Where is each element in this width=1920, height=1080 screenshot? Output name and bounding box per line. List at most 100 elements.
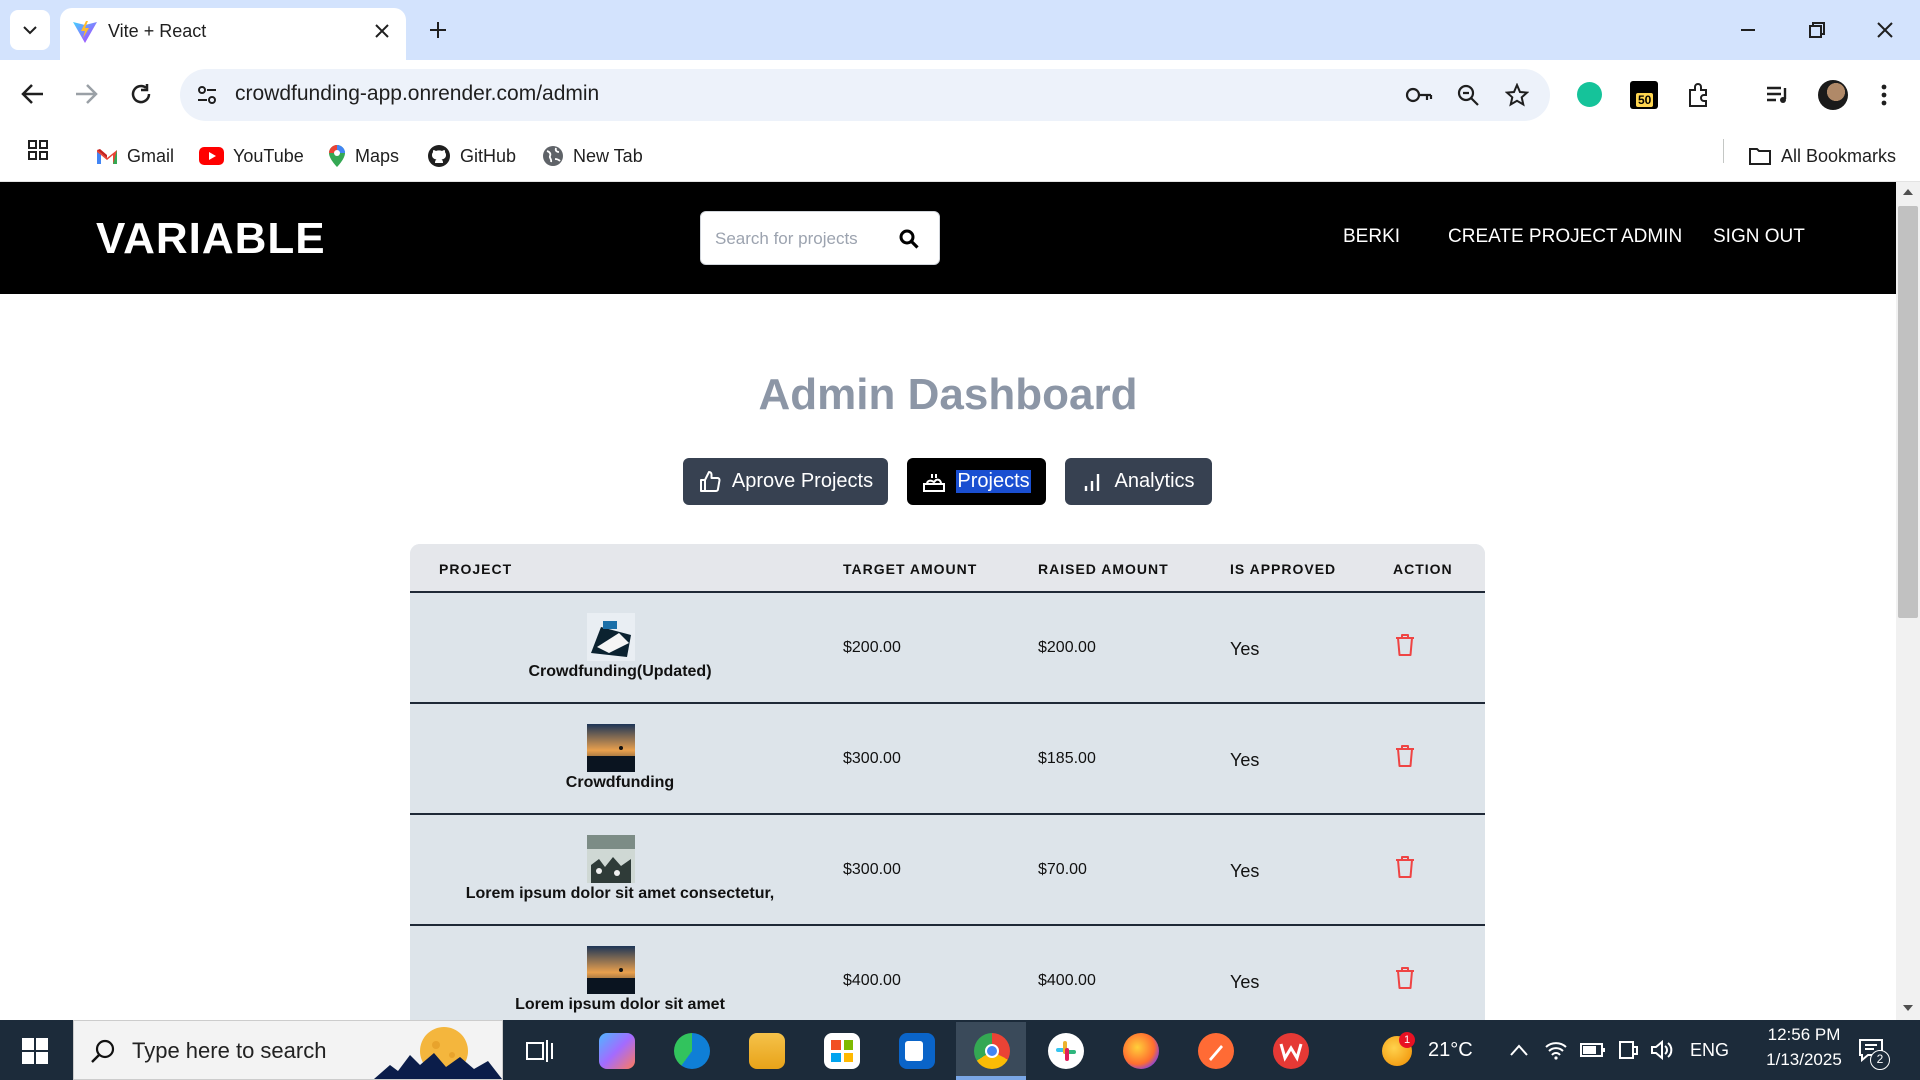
bookmark-gmail[interactable]: Gmail [96,137,174,175]
edge-browser-icon[interactable] [674,1033,710,1069]
slack-icon[interactable] [1048,1033,1084,1069]
microsoft-store-icon[interactable] [824,1033,860,1069]
store-square [843,1052,853,1062]
header-is-approved: IS APPROVED [1230,561,1337,577]
delete-trash-icon[interactable] [1395,855,1415,879]
browser-tab[interactable]: Vite + React [60,8,406,60]
wifi-icon[interactable] [1544,1040,1568,1060]
all-bookmarks-label: All Bookmarks [1781,145,1897,166]
tab-projects[interactable]: Projects [907,458,1046,505]
scroll-down-icon[interactable] [1902,1004,1914,1012]
project-thumbnail[interactable] [587,835,635,883]
project-thumbnail[interactable] [587,724,635,772]
raised-amount: $200.00 [1038,639,1096,656]
slack-logo [1056,1041,1076,1061]
target-amount: $300.00 [843,750,901,767]
header-project: PROJECT [439,561,513,577]
target-amount: $300.00 [843,861,901,878]
bookmark-github[interactable]: GitHub [427,137,516,175]
site-info-icon[interactable] [196,84,218,106]
bookmark-youtube[interactable]: YouTube [199,137,304,175]
store-square [831,1052,841,1062]
approved-status: Yes [1230,861,1260,881]
close-window-icon[interactable] [1875,20,1895,40]
store-square [831,1040,841,1050]
temperature[interactable]: 21°C [1428,1039,1473,1062]
delete-trash-icon[interactable] [1395,966,1415,990]
bookmark-new-tab[interactable]: New Tab [542,137,643,175]
nav-user[interactable]: BERKI [1343,226,1400,248]
active-app-indicator [956,1076,1026,1080]
extension-icon[interactable]: 50 [1630,81,1658,109]
extensions-puzzle-icon[interactable] [1686,82,1712,108]
grammarly-extension-icon[interactable] [1577,82,1602,107]
postman-icon[interactable] [1198,1033,1234,1069]
approved-status: Yes [1230,639,1260,659]
search-input[interactable] [715,226,891,252]
new-tab-icon[interactable] [428,20,448,40]
bookmark-maps[interactable]: Maps [328,137,399,175]
taskbar-search[interactable]: Type here to search [73,1020,503,1080]
wps-logo [1279,1043,1303,1062]
chrome-icon[interactable] [974,1033,1010,1069]
language-indicator[interactable]: ENG [1690,1040,1729,1061]
task-view-icon[interactable] [526,1038,554,1064]
approved-status: Yes [1230,972,1260,992]
restore-icon[interactable] [1807,20,1827,40]
forward-icon[interactable] [74,83,98,105]
outlook-icon[interactable] [899,1033,935,1069]
firefox-icon[interactable] [1123,1033,1159,1069]
device-icon[interactable] [1617,1040,1639,1060]
folder-icon [1749,148,1771,165]
star-icon[interactable] [1505,83,1529,107]
copilot-icon[interactable] [599,1033,635,1069]
address-bar[interactable]: crowdfunding-app.onrender.com/admin [180,69,1550,121]
chevron-down-icon [23,26,37,35]
scrollbar-thumb[interactable] [1898,206,1918,618]
back-icon[interactable] [21,83,45,105]
wps-office-icon[interactable] [1273,1033,1309,1069]
tab-approve-projects[interactable]: Aprove Projects [683,458,888,505]
tab-label: Aprove Projects [731,470,874,492]
gmail-icon [97,149,117,164]
file-explorer-icon[interactable] [749,1033,785,1069]
close-tab-icon[interactable] [374,23,390,39]
key-icon[interactable] [1405,84,1433,106]
tab-title: Vite + React [108,21,207,41]
tab-analytics[interactable]: Analytics [1065,458,1212,505]
raised-amount: $70.00 [1038,861,1087,878]
profile-avatar[interactable] [1818,80,1848,110]
apps-grid-icon[interactable] [27,139,49,161]
zoom-icon[interactable] [1456,83,1480,107]
header-action: ACTION [1393,561,1453,577]
reload-icon[interactable] [129,82,153,106]
minimize-icon[interactable] [1738,20,1758,40]
all-bookmarks-button[interactable]: All Bookmarks [1748,137,1896,175]
raised-amount: $185.00 [1038,750,1096,767]
volume-icon[interactable] [1650,1040,1674,1060]
bookmark-label: Gmail [127,145,175,166]
clock[interactable]: 12:56 PM 1/13/2025 [1744,1025,1864,1070]
tab-search-button[interactable] [10,10,50,50]
delete-trash-icon[interactable] [1395,744,1415,768]
nav-sign-out[interactable]: SIGN OUT [1713,226,1805,248]
windows-start-icon[interactable] [22,1038,48,1064]
approved-status: Yes [1230,750,1260,770]
menu-icon[interactable] [1880,83,1888,107]
search-icon[interactable] [899,229,919,249]
brand-logo[interactable]: VARIABLE [96,214,326,264]
battery-icon[interactable] [1580,1042,1606,1058]
tab-label: Projects [956,470,1031,493]
scroll-up-icon[interactable] [1902,188,1914,196]
nav-admin[interactable]: ADMIN [1621,226,1682,248]
project-thumbnail[interactable] [587,613,635,661]
chevron-up-icon[interactable] [1510,1044,1528,1056]
project-thumbnail[interactable] [587,946,635,994]
reading-list-icon[interactable] [1765,84,1791,106]
bookmark-label: GitHub [460,145,517,166]
chrome-center [985,1044,999,1058]
bookmark-label: YouTube [233,145,304,166]
url-text[interactable]: crowdfunding-app.onrender.com/admin [235,82,599,106]
delete-trash-icon[interactable] [1395,633,1415,657]
nav-create-project[interactable]: CREATE PROJECT [1448,226,1618,248]
